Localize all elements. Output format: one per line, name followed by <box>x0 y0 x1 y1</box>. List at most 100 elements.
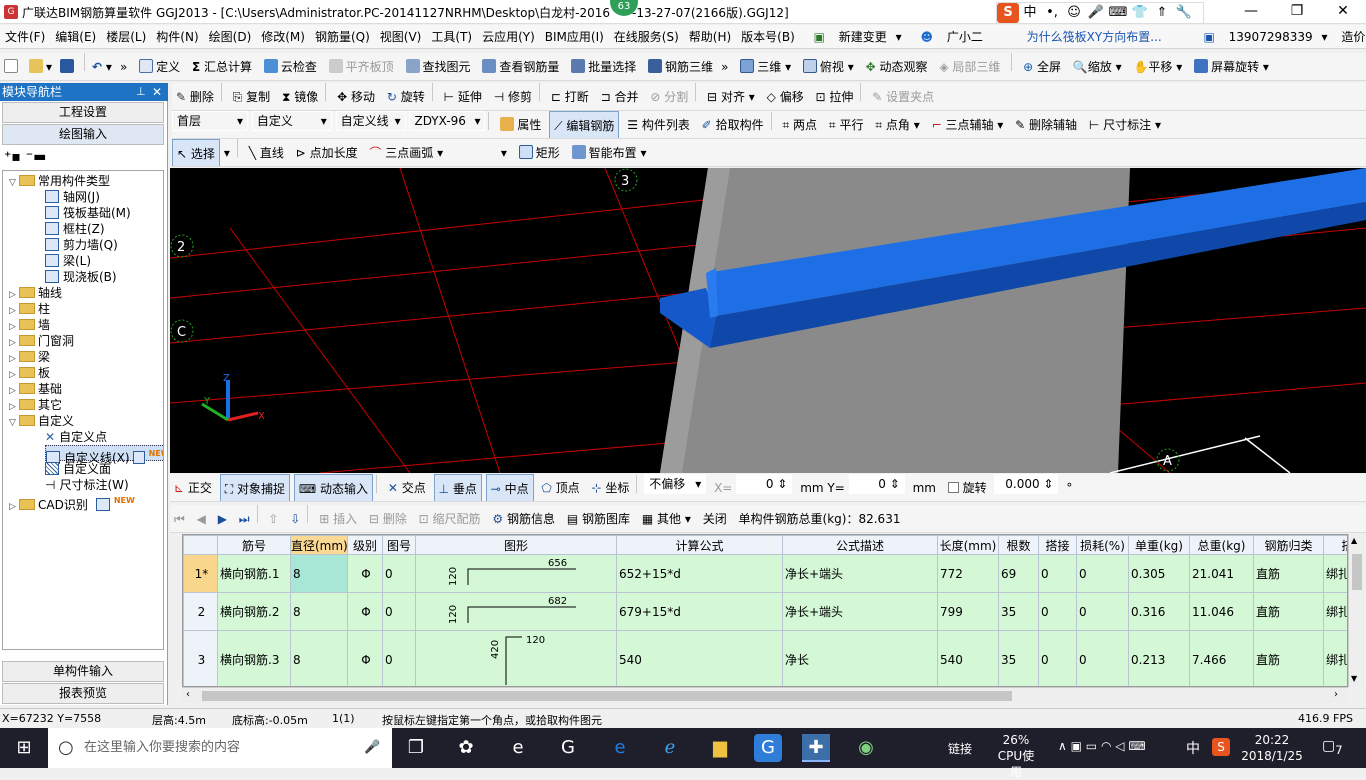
cell-loss[interactable]: 0 <box>1076 554 1129 593</box>
pin-icon[interactable]: ⊥ <box>136 83 146 101</box>
offset-select[interactable]: 不偏移 ▾ <box>644 474 707 494</box>
ime-indicator[interactable]: 中 <box>1186 738 1200 758</box>
keyboard-icon[interactable]: ⌨ <box>1128 739 1145 753</box>
overflow-chevron-icon[interactable]: » <box>116 53 131 80</box>
tray-icons[interactable]: ∧ ▣ ▭ ◠ ◁ ⌨ <box>1058 739 1146 753</box>
g-app-icon[interactable]: G <box>554 734 582 762</box>
menu-floor[interactable]: 楼层(L) <box>101 25 151 49</box>
arc-option-dropdown[interactable]: ▾ <box>451 139 511 166</box>
stretch-button[interactable]: ⊡ 拉伸 <box>812 83 858 110</box>
menu-view[interactable]: 视图(V) <box>375 25 427 49</box>
tree-axis-grid[interactable]: 轴网(J) <box>45 189 100 205</box>
cell-rebar-class[interactable]: 直筋 <box>1253 592 1324 631</box>
tree-raft[interactable]: 筏板基础(M) <box>45 205 131 221</box>
taskbar-search-input[interactable]: ○ 在这里输入你要搜索的内容 🎤 <box>48 728 392 768</box>
cell-shape[interactable]: 120 682 <box>415 592 617 631</box>
cell-length[interactable]: 772 <box>937 554 999 593</box>
ie-browser-icon[interactable]: e <box>504 734 532 762</box>
green-app-icon[interactable]: ◉ <box>852 734 880 762</box>
cell-diameter[interactable]: 8 <box>290 592 348 631</box>
row-index[interactable]: 1* <box>183 554 218 593</box>
summary-calc-button[interactable]: Σ 汇总计算 <box>188 53 256 80</box>
table-row[interactable]: 2 横向钢筋.2 8 Φ 0 120 682 679+15*d 净长+端头 799… <box>183 592 1347 631</box>
cell-bar-name[interactable]: 横向钢筋.3 <box>217 630 291 686</box>
cell-bar-name[interactable]: 横向钢筋.1 <box>217 554 291 593</box>
tree-slab[interactable]: ▷ 板 <box>9 365 50 381</box>
fullscreen-button[interactable]: ⊕ 全屏 <box>1019 53 1065 80</box>
trim-button[interactable]: ⊣ 修剪 <box>490 83 536 110</box>
next-row-button[interactable]: ▶ <box>214 505 231 532</box>
cell-formula[interactable]: 540 <box>616 630 783 686</box>
edge-icon[interactable]: e <box>606 734 634 762</box>
component-list-button[interactable]: ☰ 构件列表 <box>623 111 694 138</box>
mirror-button[interactable]: ⧗ 镜像 <box>278 83 322 110</box>
menu-version[interactable]: 版本号(B) <box>736 25 800 49</box>
delete-axis-button[interactable]: ✎ 删除辅轴 <box>1011 111 1081 138</box>
two-point-axis-button[interactable]: ⌗ 两点 <box>778 111 821 138</box>
vertex-snap-button[interactable]: ⬠ 顶点 <box>537 474 583 501</box>
cell-lap[interactable]: 0 <box>1038 592 1077 631</box>
volume-icon[interactable]: ◁ <box>1115 739 1124 753</box>
cell-length[interactable]: 540 <box>937 630 999 686</box>
edit-rebar-button[interactable]: ⟋ 编辑钢筋 <box>549 111 620 138</box>
single-component-input-button[interactable]: 单构件输入 <box>2 661 164 682</box>
sogou-tray-icon[interactable]: S <box>1212 738 1230 756</box>
insert-row-button[interactable]: ⊞ 插入 <box>315 505 361 532</box>
tray-link-label[interactable]: 链接 <box>948 740 972 757</box>
cell-formula-desc[interactable]: 净长 <box>782 630 938 686</box>
file-explorer-icon[interactable]: ▆ <box>706 734 734 762</box>
tray-network-icon[interactable]: ▣ <box>1071 739 1082 753</box>
wifi-icon[interactable]: ◠ <box>1101 739 1111 753</box>
cell-grade[interactable]: Φ <box>347 554 383 593</box>
cell-fig-no[interactable]: 0 <box>382 592 416 631</box>
rebar-library-button[interactable]: ▤ 钢筋图库 <box>563 505 634 532</box>
sogou-ime-icon[interactable]: S <box>997 3 1019 23</box>
tree-custom-point[interactable]: ✕ 自定义点 <box>45 429 107 445</box>
battery-icon[interactable]: ▭ <box>1086 739 1097 753</box>
move-up-button[interactable]: ⇧ <box>264 505 282 532</box>
tree-custom[interactable]: ▽ 自定义 <box>9 413 74 429</box>
copy-button[interactable]: ⎘ 复制 <box>229 83 274 110</box>
glodon-g-icon[interactable]: G <box>754 734 782 762</box>
fan-app-icon[interactable]: ✿ <box>452 734 480 762</box>
question-link[interactable]: 为什么筏板XY方向布置... <box>997 25 1167 49</box>
view-rebar-qty-button[interactable]: 查看钢筋量 <box>478 53 563 80</box>
scroll-down-icon[interactable]: ▼ <box>1351 674 1357 683</box>
col-grade[interactable]: 级别 <box>347 535 383 555</box>
midpoint-snap-button[interactable]: ⊸ 中点 <box>485 474 534 501</box>
tree-column[interactable]: ▷ 柱 <box>9 301 50 317</box>
close-table-button[interactable]: 关闭 <box>699 505 731 532</box>
cell-length[interactable]: 799 <box>937 592 999 631</box>
internet-explorer-icon[interactable]: ℯ <box>656 734 684 762</box>
cell-total-weight[interactable]: 11.046 <box>1189 592 1254 631</box>
3d-view-button[interactable]: 三维 ▾ <box>736 53 795 80</box>
rebar-info-button[interactable]: ⚙ 钢筋信息 <box>488 505 559 532</box>
batch-select-button[interactable]: 批量选择 <box>567 53 640 80</box>
tree-other[interactable]: ▷ 其它 <box>9 397 62 413</box>
three-point-axis-button[interactable]: ⌐ 三点辅轴 ▾ <box>928 111 1008 138</box>
tree-beams[interactable]: ▷ 梁 <box>9 349 50 365</box>
screen-rotate-button[interactable]: 屏幕旋转 ▾ <box>1190 53 1273 80</box>
cell-unit-weight[interactable]: 0.305 <box>1128 554 1190 593</box>
hscroll-thumb[interactable] <box>202 691 1012 701</box>
select-dropdown-icon[interactable]: ▾ <box>220 139 234 166</box>
tree-dimension[interactable]: ⊣ 尺寸标注(W) <box>45 477 129 493</box>
scroll-thumb[interactable] <box>1352 554 1362 590</box>
scroll-left-icon[interactable]: ‹ <box>186 689 190 700</box>
tree-door-window[interactable]: ▷ 门窗洞 <box>9 333 74 349</box>
align-button[interactable]: ⊟ 对齐 ▾ <box>703 83 759 110</box>
extend-button[interactable]: ⊢ 延伸 <box>440 83 486 110</box>
move-button[interactable]: ✥ 移动 <box>333 83 379 110</box>
cell-loss[interactable]: 0 <box>1076 630 1129 686</box>
select-button[interactable]: ↖ 选择 <box>172 139 220 166</box>
col-diameter[interactable]: 直径(mm) <box>290 535 348 555</box>
windows-start-icon[interactable]: ⊞ <box>10 734 38 762</box>
local-3d-button[interactable]: ◈ 局部三维 <box>935 53 1004 80</box>
other-button[interactable]: ▦ 其他 ▾ <box>638 505 695 532</box>
menu-tools[interactable]: 工具(T) <box>426 25 477 49</box>
menu-bim[interactable]: BIM应用(I) <box>540 25 609 49</box>
tree-cast-slab[interactable]: 现浇板(B) <box>45 269 117 285</box>
table-row[interactable]: 3 横向钢筋.3 8 Φ 0 420 120 540 净长 540 35 0 0 … <box>183 630 1347 686</box>
scale-rebar-button[interactable]: ⊡ 缩尺配筋 <box>415 505 485 532</box>
top-view-button[interactable]: 俯视 ▾ <box>799 53 858 80</box>
